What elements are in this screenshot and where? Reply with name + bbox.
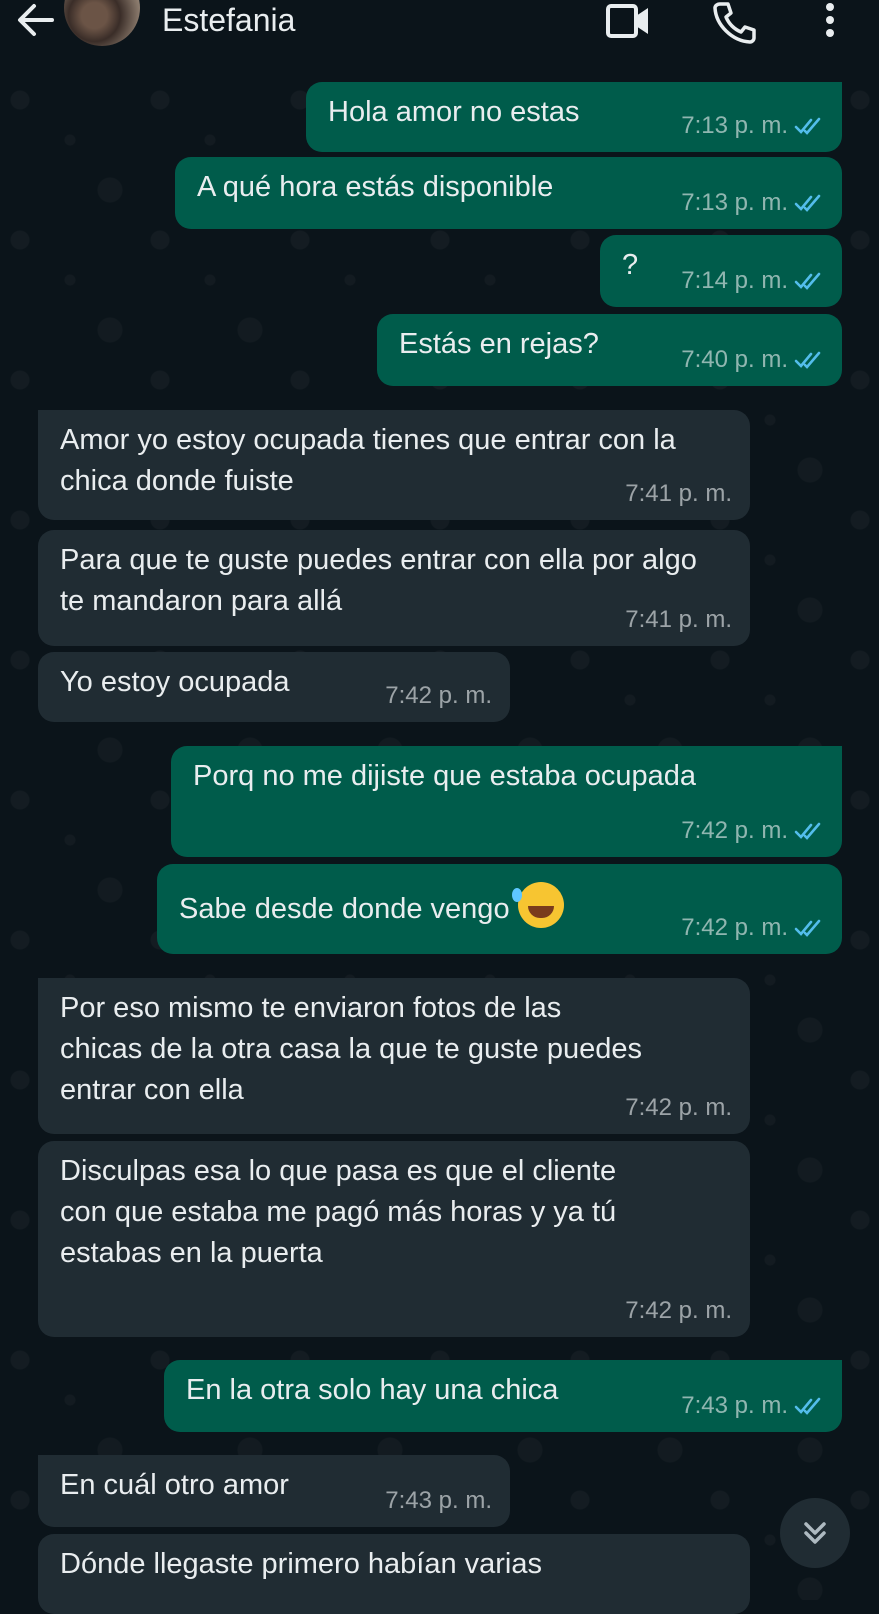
message-text: Amor yo estoy ocupada tienes que entrar … [60,424,676,497]
read-ticks-icon [794,272,821,290]
phone-icon[interactable] [712,0,756,44]
message-text: Sabe desde donde vengo [179,893,510,925]
message-time: 7:13 p. m. [681,189,788,216]
message-bubble-incoming[interactable]: Amor yo estoy ocupada tienes que entrar … [38,410,750,520]
message-bubble-incoming[interactable]: Dónde llegaste primero habían varias [38,1534,750,1614]
message-bubble-incoming[interactable]: Para que te guste puedes entrar con ella… [38,530,750,646]
message-list[interactable]: Hola amor no estas 7:13 p. m. A qué hora… [0,0,879,1614]
message-bubble-outgoing[interactable]: A qué hora estás disponible 7:13 p. m. [175,157,842,229]
message-bubble-outgoing[interactable]: Porq no me dijiste que estaba ocupada 7:… [171,746,842,857]
chat-header: Estefania [0,0,879,80]
message-bubble-incoming[interactable]: Yo estoy ocupada 7:42 p. m. [38,652,510,722]
more-vertical-icon[interactable] [822,0,838,44]
message-time: 7:43 p. m. [681,1392,788,1419]
read-ticks-icon [794,194,821,212]
read-ticks-icon [794,351,821,369]
contact-name[interactable]: Estefania [162,2,295,39]
message-time: 7:13 p. m. [681,112,788,139]
message-time: 7:42 p. m. [625,1094,732,1121]
message-text: Disculpas esa lo que pasa es que el clie… [60,1155,617,1269]
message-text: Para que te guste puedes entrar con ella… [60,544,697,617]
chevrons-down-icon [804,1522,826,1544]
read-ticks-icon [794,1397,821,1415]
message-bubble-outgoing[interactable]: Hola amor no estas 7:13 p. m. [306,82,842,152]
scroll-to-bottom-button[interactable] [780,1498,850,1568]
arrow-left-icon[interactable] [14,0,58,40]
message-time: 7:41 p. m. [625,480,732,507]
read-ticks-icon [794,919,821,937]
video-camera-icon[interactable] [606,0,650,40]
message-text: Dónde llegaste primero habían varias [60,1548,542,1580]
message-time: 7:42 p. m. [681,914,788,941]
message-time: 7:42 p. m. [625,1297,732,1324]
message-text: Porq no me dijiste que estaba ocupada [193,760,697,792]
message-time: 7:14 p. m. [681,267,788,294]
message-bubble-outgoing[interactable]: En la otra solo hay una chica 7:43 p. m. [164,1360,842,1432]
message-time: 7:41 p. m. [625,606,732,633]
read-ticks-icon [794,117,821,135]
message-bubble-outgoing[interactable]: ? 7:14 p. m. [600,235,842,307]
message-bubble-outgoing[interactable]: Sabe desde donde vengo 7:42 p. m. [157,864,842,954]
message-time: 7:42 p. m. [681,817,788,844]
message-bubble-incoming[interactable]: En cuál otro amor 7:43 p. m. [38,1455,510,1527]
avatar[interactable] [64,0,140,46]
message-bubble-incoming[interactable]: Disculpas esa lo que pasa es que el clie… [38,1141,750,1337]
message-time: 7:43 p. m. [385,1487,492,1514]
read-ticks-icon [794,822,821,840]
message-text: Por eso mismo te enviaron fotos de las c… [60,992,642,1106]
message-bubble-incoming[interactable]: Por eso mismo te enviaron fotos de las c… [38,978,750,1134]
rolling-on-floor-laughing-emoji [511,882,564,928]
message-time: 7:40 p. m. [681,346,788,373]
message-bubble-outgoing[interactable]: Estás en rejas? 7:40 p. m. [377,314,842,386]
message-time: 7:42 p. m. [385,682,492,709]
